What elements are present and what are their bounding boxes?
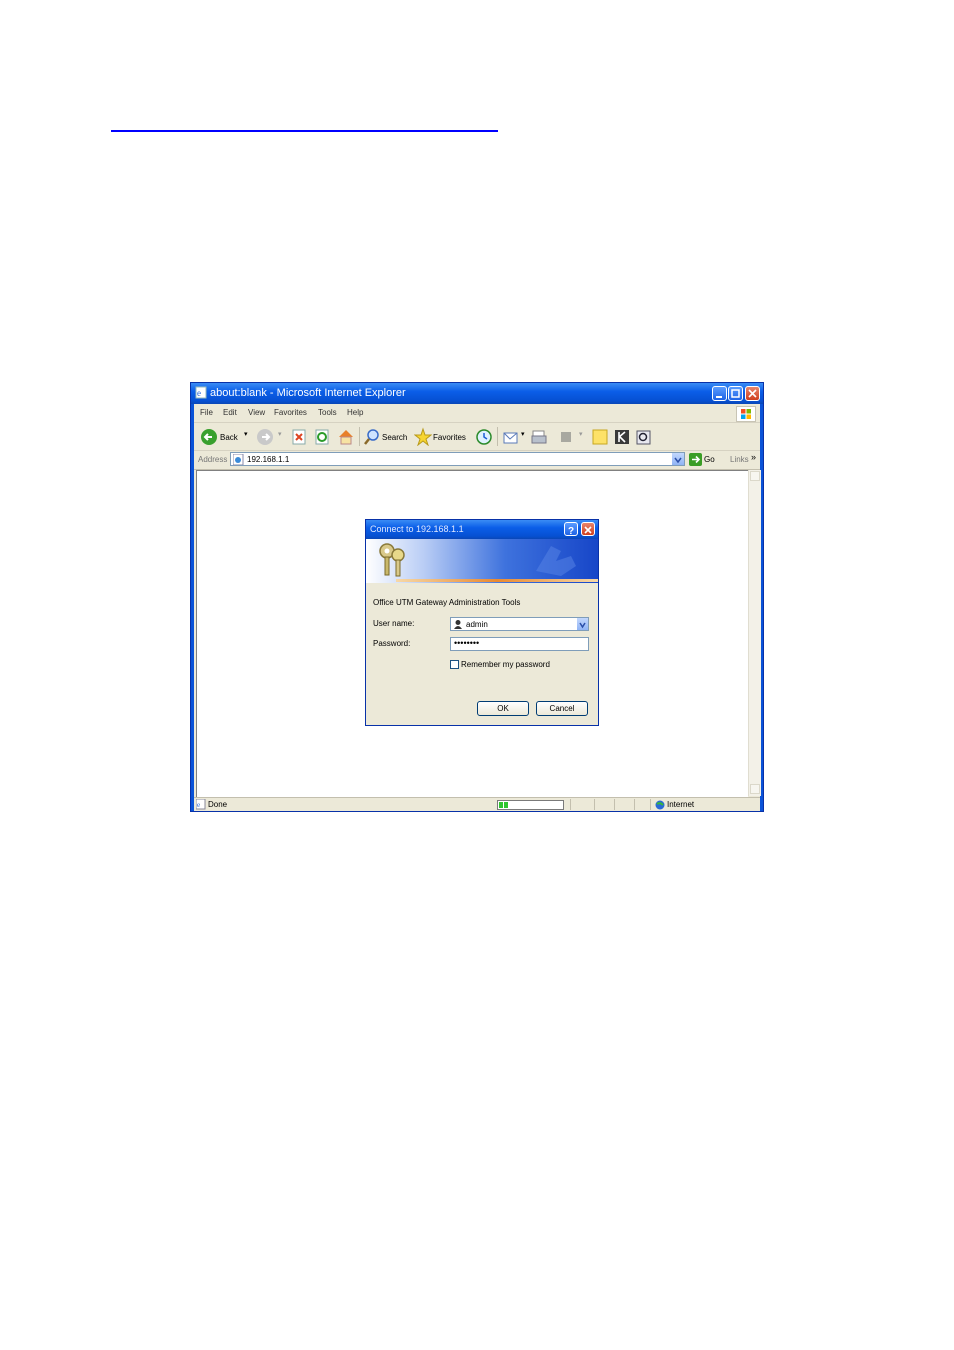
stop-icon[interactable]	[291, 427, 307, 446]
messenger-k-icon[interactable]	[613, 427, 631, 446]
search-icon[interactable]	[363, 427, 381, 446]
internet-globe-icon	[655, 800, 665, 810]
search-button-label[interactable]: Search	[382, 433, 407, 442]
address-bar: Address 192.168.1.1 Go Links »	[194, 451, 760, 470]
vertical-scrollbar[interactable]	[748, 470, 761, 796]
history-icon[interactable]	[475, 427, 493, 446]
cancel-button[interactable]: Cancel	[536, 701, 588, 716]
windows-logo-icon	[736, 406, 756, 422]
password-field[interactable]: ••••••••	[450, 637, 589, 651]
address-url: 192.168.1.1	[247, 455, 290, 464]
home-icon[interactable]	[337, 427, 355, 446]
password-masked-value: ••••••••	[454, 638, 480, 648]
toolbar-separator	[497, 427, 498, 446]
print-icon[interactable]	[530, 427, 548, 446]
banner-watermark-icon	[536, 546, 576, 576]
document-hyperlink-underline[interactable]	[111, 130, 498, 132]
edit-icon[interactable]	[558, 427, 574, 446]
ie-page-icon: e	[195, 386, 207, 399]
status-divider	[614, 799, 615, 810]
username-value: admin	[466, 620, 488, 629]
menu-help[interactable]: Help	[347, 408, 363, 417]
page-icon	[233, 454, 244, 465]
dialog-banner	[366, 539, 598, 583]
forward-arrow-icon[interactable]	[256, 427, 274, 446]
page-done-icon: e	[196, 799, 206, 810]
toolbar-separator	[359, 427, 360, 446]
maximize-icon	[731, 389, 740, 398]
back-button-label[interactable]: Back	[220, 433, 238, 442]
username-label: User name:	[373, 619, 415, 628]
status-bar: e Done Internet	[194, 797, 760, 811]
favorites-star-icon[interactable]	[414, 427, 432, 446]
status-divider	[634, 799, 635, 810]
links-chevron-icon[interactable]: »	[751, 452, 756, 462]
mail-dropdown-icon[interactable]: ▾	[521, 430, 525, 438]
close-button[interactable]	[745, 386, 760, 401]
mail-icon[interactable]	[502, 427, 520, 446]
browser-titlebar[interactable]: e about:blank - Microsoft Internet Explo…	[191, 383, 763, 404]
standard-toolbar: Back ▾ ▾ Search Favorites ▾ ▾	[194, 423, 760, 451]
maximize-button[interactable]	[728, 386, 743, 401]
go-button-label[interactable]: Go	[704, 455, 715, 464]
svg-text:e: e	[197, 388, 201, 398]
help-question-icon: ?	[568, 526, 574, 537]
back-arrow-icon[interactable]	[200, 427, 218, 446]
security-zone-label: Internet	[667, 800, 695, 809]
address-label: Address	[198, 455, 228, 464]
progress-fill	[499, 802, 508, 808]
dialog-close-button[interactable]	[581, 522, 595, 536]
refresh-icon[interactable]	[314, 427, 330, 446]
minimize-button[interactable]	[712, 386, 727, 401]
links-label[interactable]: Links	[730, 455, 749, 464]
menu-tools[interactable]: Tools	[318, 408, 337, 417]
menu-favorites[interactable]: Favorites	[274, 408, 307, 417]
remember-password-label[interactable]: Remember my password	[461, 660, 550, 669]
scroll-down-button[interactable]	[750, 784, 760, 794]
progress-bar	[497, 800, 564, 810]
menu-view[interactable]: View	[248, 408, 265, 417]
menu-bar: File Edit View Favorites Tools Help	[194, 404, 760, 423]
close-icon	[584, 526, 592, 534]
favorites-button-label[interactable]: Favorites	[433, 433, 466, 442]
dialog-title: Connect to 192.168.1.1	[370, 524, 464, 534]
chevron-down-icon	[674, 457, 682, 464]
status-text: Done	[208, 800, 228, 809]
username-dropdown-button[interactable]	[577, 618, 588, 630]
discuss-note-icon[interactable]	[591, 427, 609, 446]
research-icon[interactable]	[635, 427, 653, 446]
banner-stripe	[396, 579, 598, 582]
menu-edit[interactable]: Edit	[223, 408, 237, 417]
scroll-up-button[interactable]	[750, 471, 760, 481]
chevron-down-icon	[579, 622, 586, 629]
close-icon	[748, 389, 757, 398]
status-divider	[650, 799, 651, 810]
edit-dropdown-icon[interactable]: ▾	[579, 430, 583, 438]
username-combobox[interactable]: admin	[450, 617, 589, 631]
svg-text:e: e	[197, 801, 200, 809]
go-arrow-icon	[692, 455, 701, 464]
browser-title: about:blank - Microsoft Internet Explore…	[210, 387, 406, 399]
go-button[interactable]	[689, 453, 702, 466]
svg-text:?: ?	[568, 526, 574, 536]
user-icon	[454, 620, 462, 629]
back-dropdown-icon[interactable]: ▾	[244, 430, 248, 438]
minimize-icon	[716, 396, 722, 398]
dialog-help-button[interactable]: ?	[564, 522, 578, 537]
ok-button[interactable]: OK	[477, 701, 529, 716]
realm-message: Office UTM Gateway Administration Tools	[373, 598, 521, 607]
remember-password-checkbox[interactable]	[450, 660, 459, 669]
forward-dropdown-icon[interactable]: ▾	[278, 430, 282, 438]
status-divider	[570, 799, 571, 810]
address-input[interactable]: 192.168.1.1	[230, 452, 685, 466]
keys-icon	[379, 543, 405, 577]
dialog-titlebar[interactable]: Connect to 192.168.1.1 ?	[366, 520, 598, 539]
password-label: Password:	[373, 639, 411, 648]
address-dropdown-button[interactable]	[672, 453, 684, 465]
status-divider	[594, 799, 595, 810]
login-dialog: Connect to 192.168.1.1 ? Office UTM Gate…	[365, 519, 599, 726]
menu-file[interactable]: File	[200, 408, 213, 417]
